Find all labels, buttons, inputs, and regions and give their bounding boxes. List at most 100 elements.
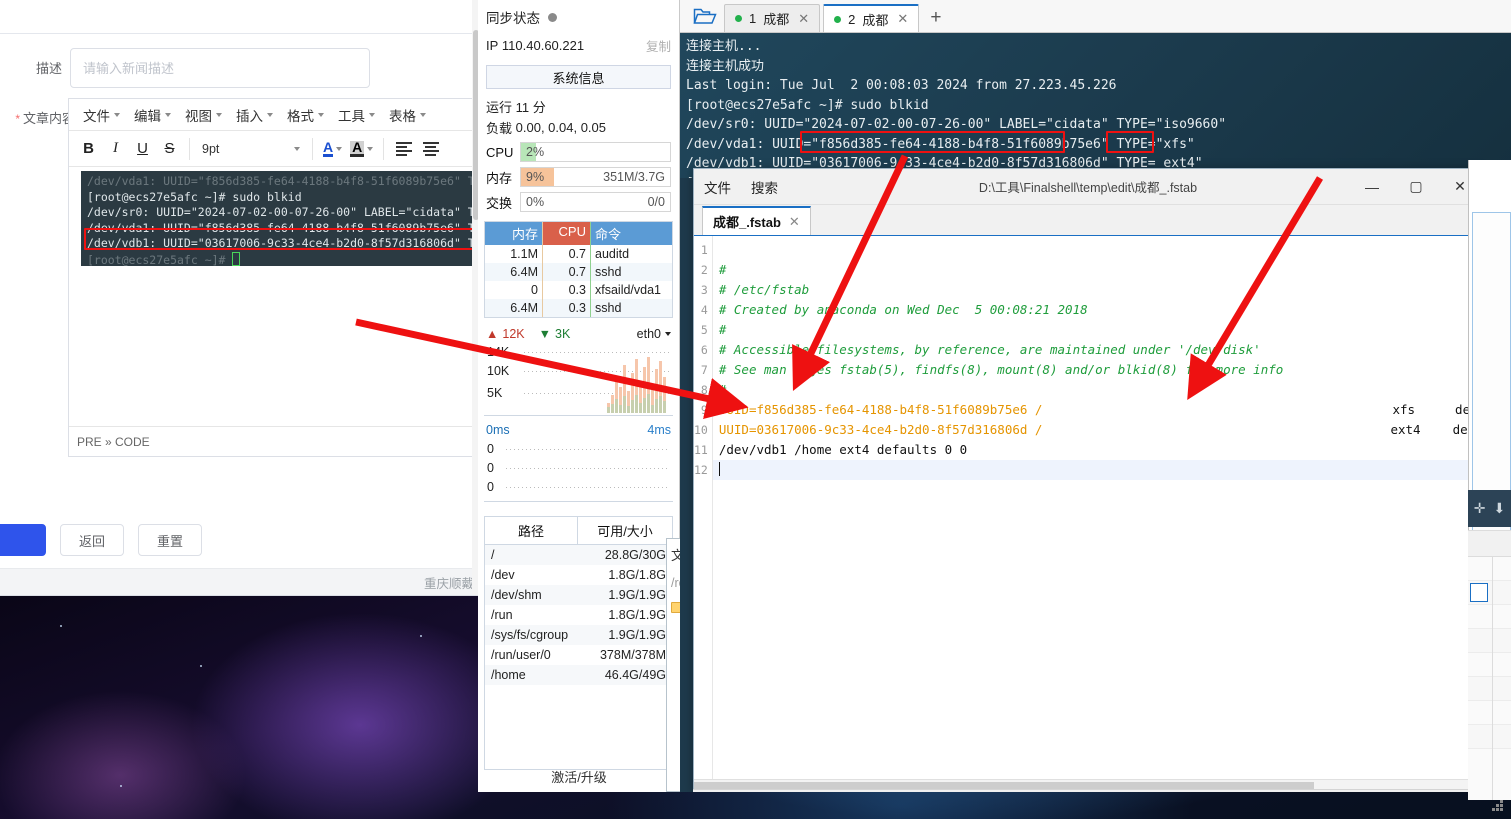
background-color-button[interactable]: A	[346, 140, 377, 157]
table-row[interactable]: 1.1M 0.7 auditd	[485, 245, 672, 263]
highlight-box-type-ext4	[1106, 131, 1154, 153]
editor-menu-file[interactable]: 文件	[77, 101, 126, 129]
table-row[interactable]: /28.8G/30G	[485, 545, 672, 565]
cpu-gauge: 2%	[520, 142, 671, 162]
process-table-header: 内存 CPU 命令	[485, 222, 672, 245]
submit-button[interactable]	[0, 524, 46, 556]
system-info-button[interactable]: 系统信息	[486, 65, 671, 89]
chevron-down-icon	[318, 112, 324, 117]
table-row[interactable]: /run/user/0 378M/378M	[485, 645, 672, 665]
network-interface-select[interactable]: eth0	[637, 327, 671, 341]
table-row[interactable]	[1468, 677, 1511, 701]
new-tab-button[interactable]: +	[922, 7, 951, 32]
background-spreadsheet[interactable]	[1468, 530, 1511, 800]
highlight-box-uuid-cms	[84, 228, 480, 250]
download-rate: 3K	[555, 327, 571, 341]
table-row[interactable]: /dev/shm 1.9G/1.9G	[485, 585, 672, 605]
download-icon[interactable]: ⬇	[1494, 500, 1506, 517]
line-number-gutter: 1 2 3 4 5 6 7 8 9 10 11 12	[694, 236, 713, 791]
editor-window-titlebar: 文件 搜索 D:\工具\Finalshell\temp\edit\成都_.fst…	[694, 169, 1482, 205]
align-center-button[interactable]	[417, 135, 444, 162]
table-row[interactable]: 6.4M 0.3 sshd	[485, 299, 672, 317]
table-row[interactable]	[1468, 629, 1511, 653]
align-center-icon	[422, 141, 439, 156]
terminal-output[interactable]: 连接主机... 连接主机成功 Last login: Tue Jul 2 00:…	[680, 33, 1511, 178]
editor-tabbar: 成都_.fstab ✕	[694, 205, 1482, 236]
network-sparkline-secondary	[607, 393, 669, 413]
align-left-icon	[395, 141, 412, 156]
shell-tab-2[interactable]: 2 成都 ✕	[823, 4, 920, 32]
editor-status-path: PRE » CODE	[69, 426, 480, 456]
memory-gauge: 9% 351M/3.7G	[520, 167, 671, 187]
rich-text-editor[interactable]: 文件 编辑 视图 插入 格式 工具 表格 B I U S 9pt A A /de…	[68, 98, 480, 457]
table-row[interactable]: /dev 1.8G/1.8G	[485, 565, 672, 585]
table-row[interactable]	[1468, 725, 1511, 749]
table-row[interactable]: /run 1.8G/1.9G	[485, 605, 672, 625]
text-color-button[interactable]: A	[319, 140, 346, 157]
shell-tab-1[interactable]: 1 成都 ✕	[724, 4, 821, 32]
bold-button[interactable]: B	[75, 135, 102, 162]
shell-tabbar: 1 成都 ✕ 2 成都 ✕ +	[680, 0, 1511, 33]
divider	[0, 33, 480, 34]
uptime-row: 运行 11 分	[478, 97, 679, 116]
activate-upgrade-link[interactable]: 激活/升级	[478, 767, 679, 786]
strikethrough-button[interactable]: S	[156, 135, 183, 162]
table-row[interactable]	[1468, 605, 1511, 629]
underline-button[interactable]: U	[129, 135, 156, 162]
align-left-button[interactable]	[390, 135, 417, 162]
italic-button[interactable]: I	[102, 135, 129, 162]
editor-tab-fstab[interactable]: 成都_.fstab ✕	[702, 206, 811, 235]
close-icon[interactable]: ✕	[798, 11, 809, 27]
table-row[interactable]	[1468, 557, 1511, 581]
description-input[interactable]	[70, 48, 370, 88]
resize-grip[interactable]	[1492, 800, 1506, 812]
chevron-down-icon	[665, 332, 671, 336]
code-lines[interactable]: # # /etc/fstab # Created by anaconda on …	[712, 236, 1482, 791]
screen: 描述 *文章内容 文件 编辑 视图 插入 格式 工具 表格 B I U S 9	[0, 0, 1511, 819]
connected-dot-icon	[735, 15, 742, 22]
editor-menu-tools[interactable]: 工具	[332, 101, 381, 129]
download-arrow-icon: ▼	[538, 327, 551, 341]
description-label: 描述	[35, 61, 62, 76]
back-button[interactable]: 返回	[60, 524, 125, 556]
table-row[interactable]: /home 46.4G/49G	[485, 665, 672, 685]
table-row[interactable]	[1468, 653, 1511, 677]
table-row[interactable]: /sys/fs/cgroup 1.9G/1.9G	[485, 625, 672, 645]
plus-icon[interactable]: ✛	[1474, 500, 1486, 517]
close-icon[interactable]: ✕	[897, 11, 908, 27]
editor-menu-edit[interactable]: 编辑	[128, 101, 177, 129]
code-line: #	[718, 262, 727, 277]
toolbar-divider	[189, 137, 190, 160]
chevron-down-icon	[267, 112, 273, 117]
table-row[interactable]: 6.4M 0.7 sshd	[485, 263, 672, 281]
open-folder-icon[interactable]	[686, 0, 724, 32]
editor-content-area[interactable]: /dev/vda1: UUID="f856d385-fe64-4188-b4f8…	[69, 167, 480, 422]
spreadsheet-selected-cell[interactable]	[1470, 583, 1488, 602]
text-editor-window: 文件 搜索 D:\工具\Finalshell\temp\edit\成都_.fst…	[693, 168, 1483, 792]
latency-chart: 0 0 0	[484, 440, 673, 502]
code-line: UUID=f856d385-fe64-4188-b4f8-51f6089b75e…	[718, 402, 1482, 417]
server-monitor-panel: 同步状态 IP 110.40.60.221 复制 系统信息 运行 11 分 负载…	[478, 0, 680, 792]
font-size-select[interactable]: 9pt	[196, 136, 306, 162]
chevron-down-icon	[294, 146, 300, 151]
editor-menu-insert[interactable]: 插入	[230, 101, 279, 129]
table-row[interactable]: 0 0.3 xfsaild/vda1	[485, 281, 672, 299]
reset-button[interactable]: 重置	[138, 524, 203, 556]
upload-arrow-icon: ▲	[486, 327, 499, 341]
close-icon[interactable]: ✕	[789, 214, 800, 230]
editor-toolbar: B I U S 9pt A A	[69, 131, 480, 167]
status-dot-icon	[548, 12, 557, 22]
code-editor-area[interactable]: 1 2 3 4 5 6 7 8 9 10 11 12 # # /etc/fsta	[694, 236, 1482, 791]
editor-menu-table[interactable]: 表格	[383, 101, 432, 129]
table-row[interactable]	[1468, 701, 1511, 725]
description-form-row: 描述	[0, 48, 420, 88]
process-table: 内存 CPU 命令 1.1M 0.7 auditd 6.4M 0.7 sshd …	[484, 221, 673, 318]
editor-menu-view[interactable]: 视图	[179, 101, 228, 129]
embedded-terminal-snippet: /dev/vda1: UUID="f856d385-fe64-4188-b4f8…	[81, 171, 480, 266]
background-toolbar: ✛ ⬇	[1468, 490, 1511, 527]
copy-ip-button[interactable]: 复制	[646, 36, 671, 55]
cms-footer: 重庆顺戴	[0, 568, 480, 595]
content-label: * 文章内容	[15, 111, 75, 126]
editor-menu-format[interactable]: 格式	[281, 101, 330, 129]
